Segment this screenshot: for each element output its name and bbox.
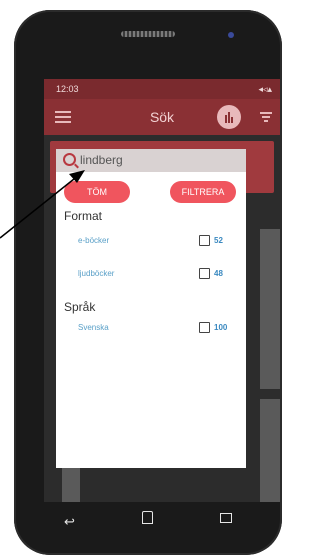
pointer-arrow — [0, 170, 85, 239]
